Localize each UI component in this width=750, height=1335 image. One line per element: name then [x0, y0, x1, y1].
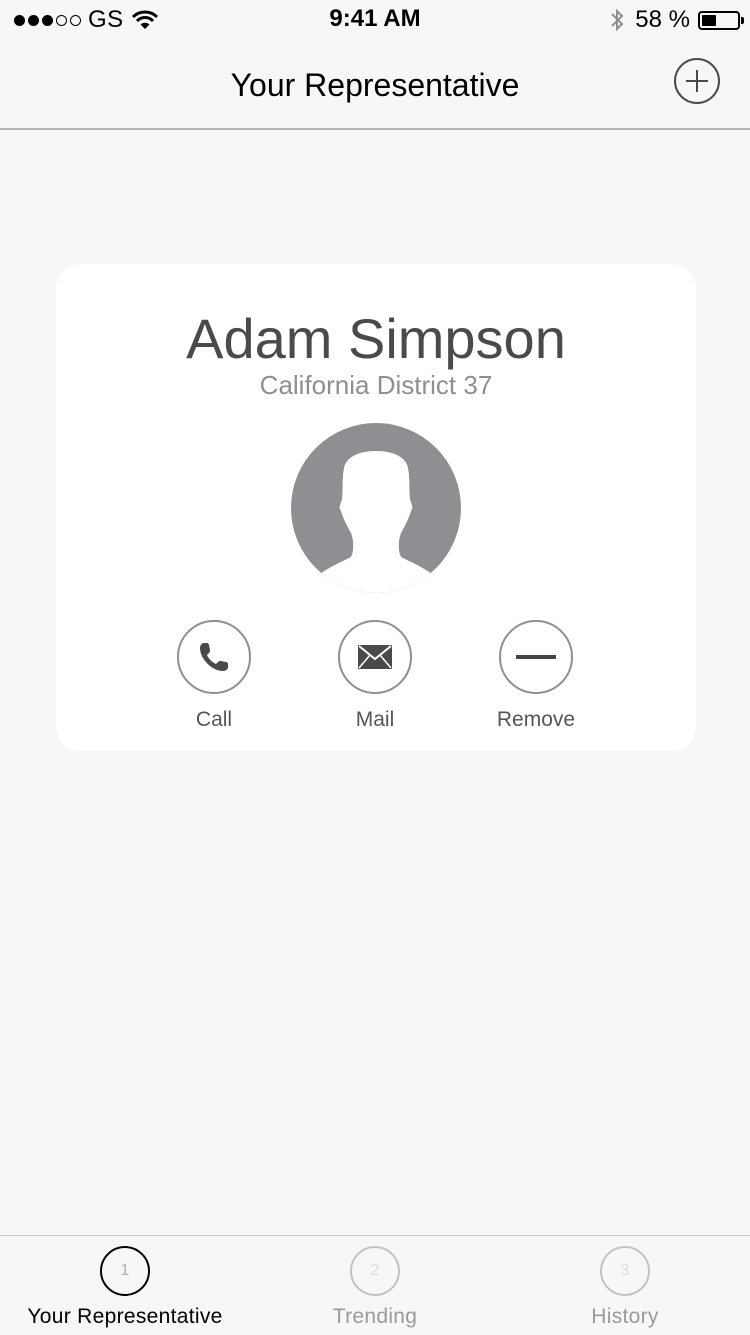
- tab-trending[interactable]: 2 Trending: [250, 1246, 500, 1329]
- tab-label: Trending: [332, 1305, 418, 1328]
- battery-icon: [698, 10, 744, 30]
- tab-label: Your Representative: [27, 1305, 223, 1328]
- mail-action[interactable]: Mail: [315, 620, 435, 732]
- battery-percentage: 58 %: [635, 6, 690, 33]
- minus-icon: [516, 655, 556, 659]
- call-button[interactable]: [177, 620, 251, 694]
- tab-your-representative[interactable]: 1 Your Representative: [0, 1246, 250, 1329]
- battery-fill: [702, 14, 716, 26]
- tab-history[interactable]: 3 History: [500, 1246, 750, 1329]
- person-silhouette-icon: [291, 423, 461, 593]
- tab-bar: 1 Your Representative 2 Trending 3 Histo…: [0, 1235, 750, 1335]
- page-title: Your Representative: [230, 67, 520, 103]
- add-representative-button[interactable]: [674, 58, 720, 104]
- representative-card: Adam Simpson California District 37 Call…: [56, 264, 696, 751]
- call-label: Call: [195, 708, 233, 731]
- status-bar-right: 58 %: [609, 6, 744, 34]
- tab-number-badge: 2: [350, 1246, 400, 1296]
- representative-name: Adam Simpson: [186, 307, 566, 370]
- call-action[interactable]: Call: [154, 620, 274, 732]
- tab-number-badge: 1: [100, 1246, 150, 1296]
- tab-number-badge: 3: [600, 1246, 650, 1296]
- remove-button[interactable]: [499, 620, 573, 694]
- remove-label: Remove: [496, 708, 576, 731]
- battery-nub: [741, 16, 744, 24]
- mail-button[interactable]: [338, 620, 412, 694]
- envelope-icon: [358, 645, 392, 669]
- navigation-bar: Your Representative: [0, 40, 750, 130]
- phone-icon: [200, 643, 228, 671]
- status-bar: GS 9:41 AM 58 %: [0, 0, 750, 40]
- mail-label: Mail: [355, 708, 395, 731]
- representative-district: California District 37: [259, 370, 493, 400]
- tab-label: History: [591, 1305, 659, 1328]
- remove-action[interactable]: Remove: [476, 620, 596, 732]
- bluetooth-icon: [611, 8, 624, 32]
